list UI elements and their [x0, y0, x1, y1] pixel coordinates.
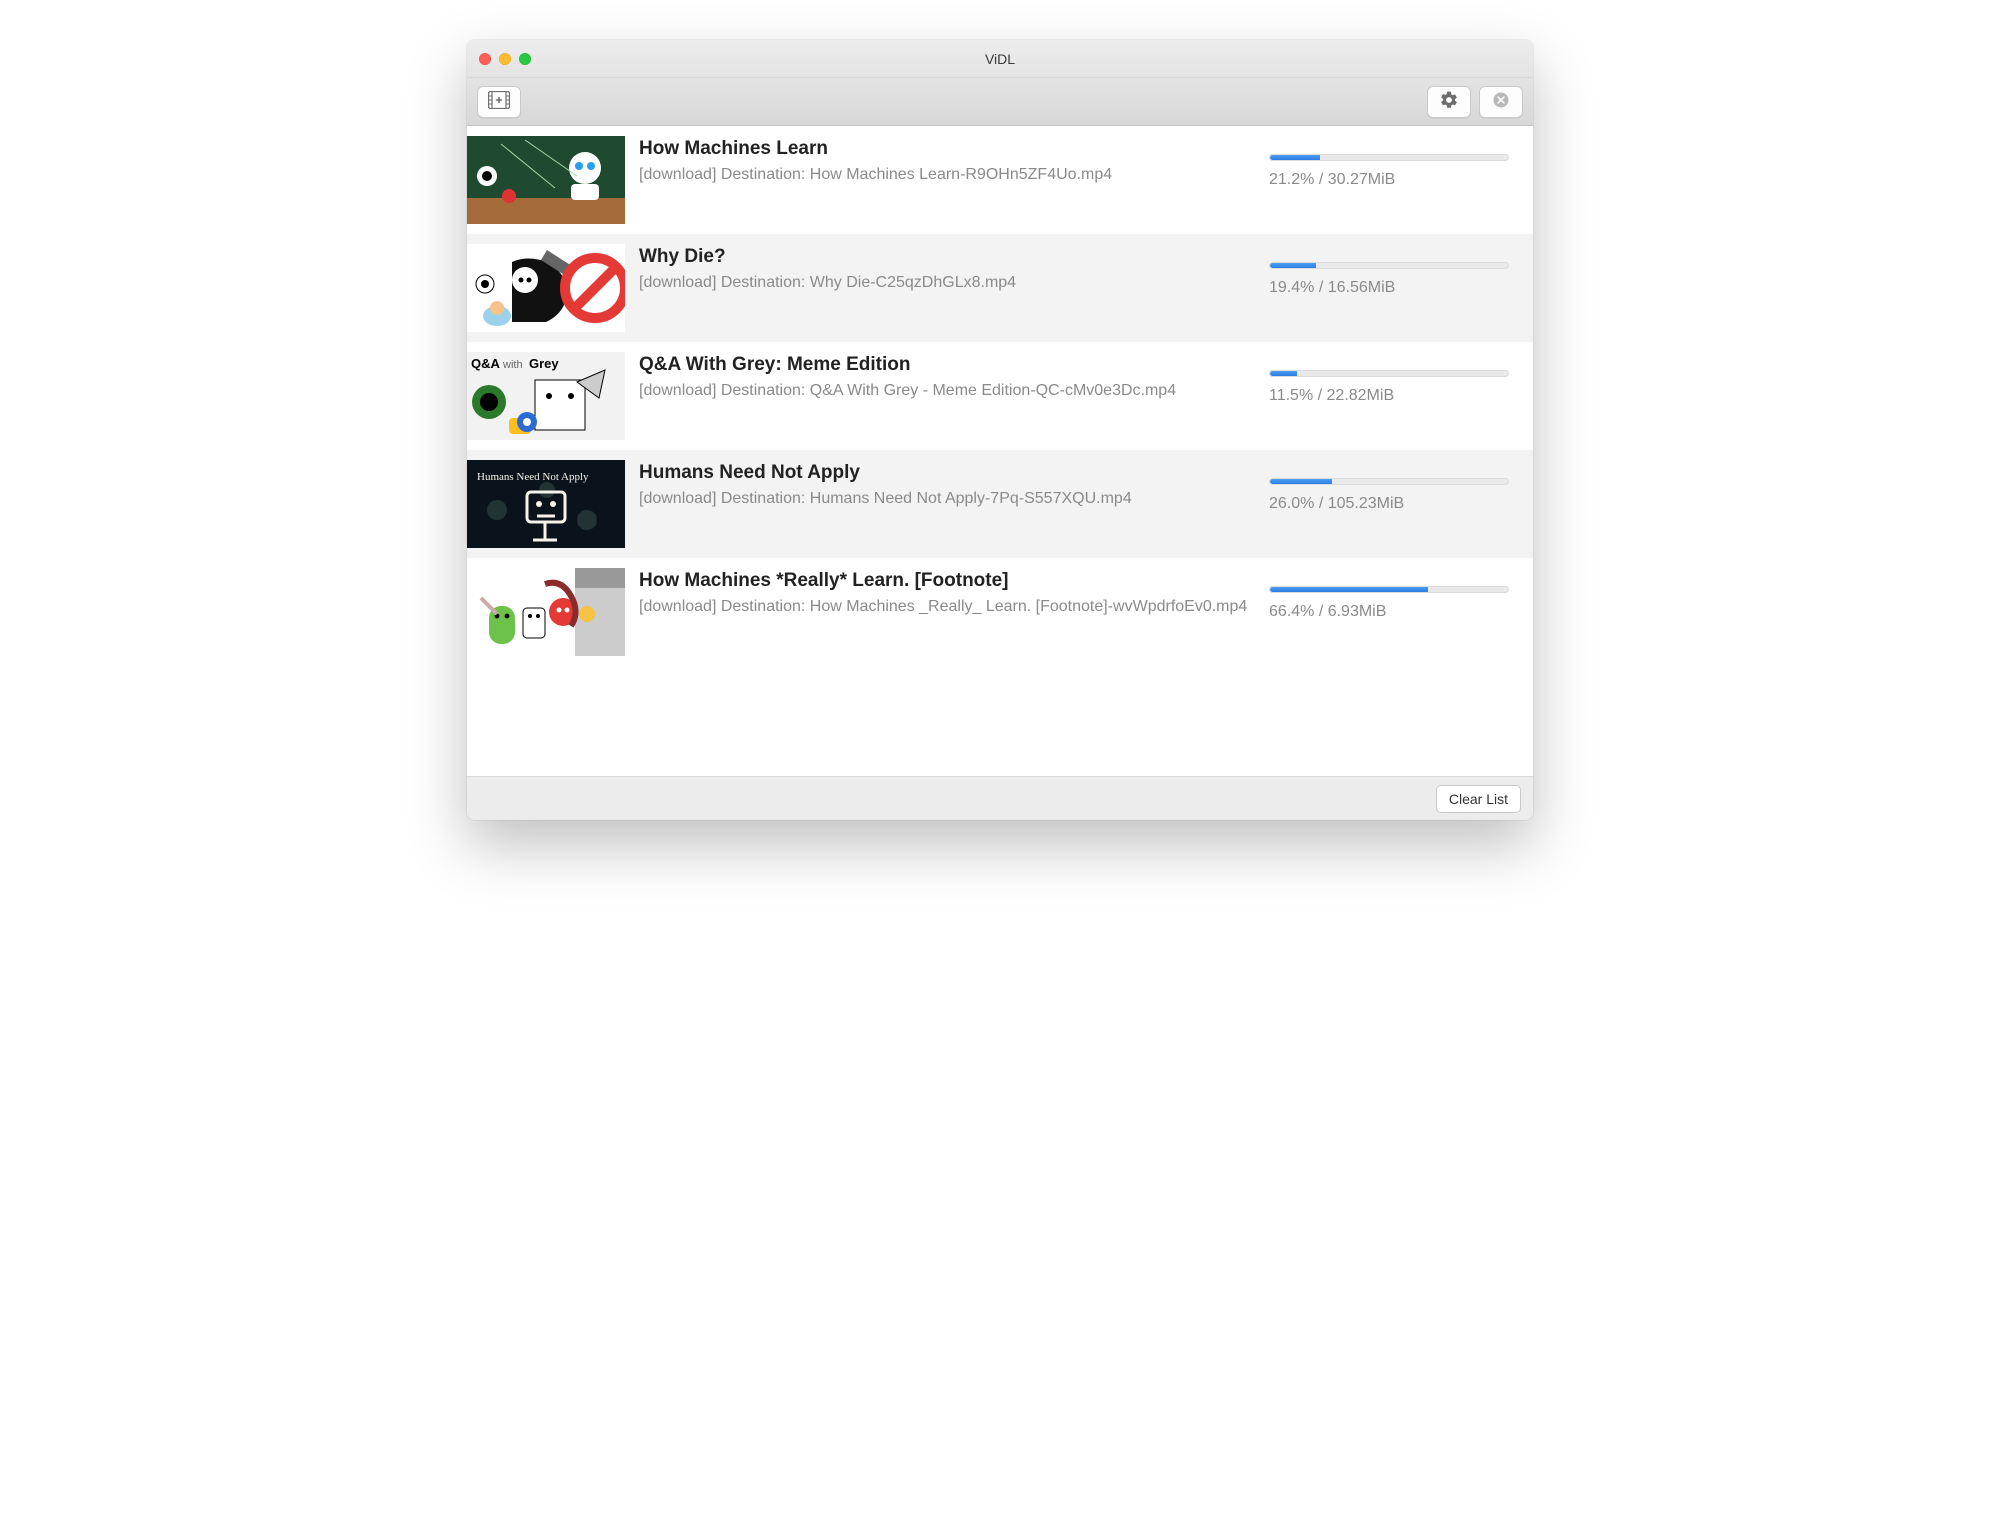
download-progress: 19.4% / 16.56MiB	[1269, 244, 1519, 297]
video-title: How Machines *Really* Learn. [Footnote]	[639, 570, 1255, 592]
video-title: Why Die?	[639, 246, 1255, 268]
video-title: Humans Need Not Apply	[639, 462, 1255, 484]
download-status: [download] Destination: Why Die-C25qzDhG…	[639, 272, 1255, 294]
progress-text: 11.5% / 22.82MiB	[1269, 387, 1509, 405]
download-progress: 21.2% / 30.27MiB	[1269, 136, 1519, 189]
video-title: Q&A With Grey: Meme Edition	[639, 354, 1255, 376]
zoom-window-button[interactable]	[519, 53, 531, 65]
download-status: [download] Destination: Q&A With Grey - …	[639, 380, 1255, 402]
app-window: ViDL	[467, 40, 1533, 820]
video-thumbnail	[467, 244, 625, 332]
settings-button[interactable]	[1427, 86, 1471, 118]
svg-text:Humans Need Not Apply: Humans Need Not Apply	[477, 471, 589, 483]
progress-fill	[1270, 155, 1320, 160]
footer: Clear List	[467, 776, 1533, 820]
video-thumbnail: Q&Awith Grey	[467, 352, 625, 440]
svg-text:Q&A: Q&A	[471, 356, 501, 371]
progress-bar	[1269, 262, 1509, 269]
download-info: How Machines Learn [download] Destinatio…	[639, 136, 1255, 186]
progress-bar	[1269, 478, 1509, 485]
progress-text: 19.4% / 16.56MiB	[1269, 279, 1509, 297]
progress-bar	[1269, 370, 1509, 377]
video-title: How Machines Learn	[639, 138, 1255, 160]
video-thumbnail	[467, 568, 625, 656]
download-row[interactable]: Humans Need Not Apply Humans Need Not Ap…	[467, 450, 1533, 558]
svg-text:with: with	[502, 359, 523, 371]
download-status: [download] Destination: How Machines Lea…	[639, 164, 1255, 186]
progress-fill	[1270, 263, 1316, 268]
progress-text: 66.4% / 6.93MiB	[1269, 603, 1509, 621]
minimize-window-button[interactable]	[499, 53, 511, 65]
gear-icon	[1439, 90, 1459, 113]
download-info: Why Die? [download] Destination: Why Die…	[639, 244, 1255, 294]
downloads-list: How Machines Learn [download] Destinatio…	[467, 126, 1533, 666]
download-status: [download] Destination: Humans Need Not …	[639, 488, 1255, 510]
progress-fill	[1270, 479, 1332, 484]
download-row[interactable]: How Machines *Really* Learn. [Footnote] …	[467, 558, 1533, 666]
list-empty-space	[467, 666, 1533, 776]
titlebar: ViDL	[467, 40, 1533, 78]
download-progress: 26.0% / 105.23MiB	[1269, 460, 1519, 513]
download-info: How Machines *Really* Learn. [Footnote] …	[639, 568, 1255, 618]
cancel-all-button[interactable]	[1479, 86, 1523, 118]
download-info: Q&A With Grey: Meme Edition [download] D…	[639, 352, 1255, 402]
toolbar	[467, 78, 1533, 126]
progress-bar	[1269, 586, 1509, 593]
download-row[interactable]: Q&Awith Grey Q&A With Grey: Meme Edition …	[467, 342, 1533, 450]
download-row[interactable]: How Machines Learn [download] Destinatio…	[467, 126, 1533, 234]
close-window-button[interactable]	[479, 53, 491, 65]
download-progress: 11.5% / 22.82MiB	[1269, 352, 1519, 405]
add-filmstrip-icon	[488, 91, 510, 112]
clear-list-button[interactable]: Clear List	[1436, 785, 1521, 813]
svg-text:Grey: Grey	[529, 356, 559, 371]
progress-fill	[1270, 371, 1297, 376]
progress-fill	[1270, 587, 1428, 592]
progress-text: 26.0% / 105.23MiB	[1269, 495, 1509, 513]
download-status: [download] Destination: How Machines _Re…	[639, 596, 1255, 618]
progress-text: 21.2% / 30.27MiB	[1269, 171, 1509, 189]
download-row[interactable]: Why Die? [download] Destination: Why Die…	[467, 234, 1533, 342]
progress-bar	[1269, 154, 1509, 161]
video-thumbnail	[467, 136, 625, 224]
add-video-button[interactable]	[477, 86, 521, 118]
window-title: ViDL	[467, 51, 1533, 67]
download-progress: 66.4% / 6.93MiB	[1269, 568, 1519, 621]
video-thumbnail: Humans Need Not Apply	[467, 460, 625, 548]
close-circle-icon	[1491, 90, 1511, 113]
download-info: Humans Need Not Apply [download] Destina…	[639, 460, 1255, 510]
traffic-lights	[479, 53, 531, 65]
